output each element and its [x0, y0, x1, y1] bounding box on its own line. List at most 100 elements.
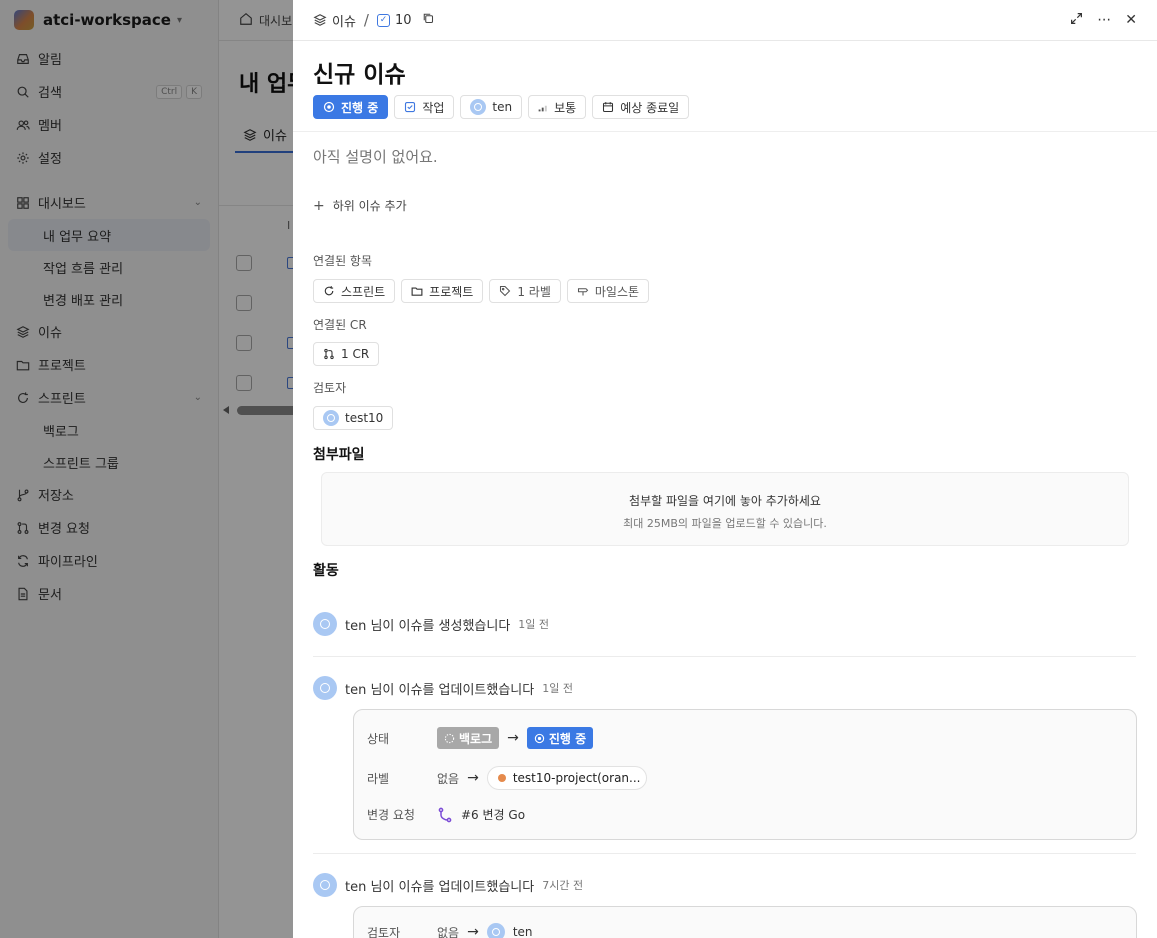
cr-link[interactable]: #6 변경 Go: [437, 806, 525, 823]
folder-icon: [411, 287, 423, 296]
activity-text: ten 님이 이슈를 업데이트했습니다: [345, 879, 535, 895]
add-sub-issue-label: 하위 이슈 추가: [332, 199, 407, 213]
due-date-chip[interactable]: 예상 종료일: [592, 95, 690, 119]
sprint-chip[interactable]: 스프린트: [313, 279, 396, 303]
label-pill: test10-project(oran...: [486, 766, 647, 790]
layers-icon: [313, 14, 327, 26]
issue-number: 10: [394, 12, 412, 28]
arrow-right-icon: →: [467, 924, 479, 938]
checkbox-task-icon: ✓: [376, 13, 390, 27]
status-to: 진행 중: [548, 731, 587, 746]
priority-label: 보통: [554, 100, 577, 115]
avatar: [470, 99, 487, 115]
status-label: 진행 중: [341, 100, 379, 115]
change-row-status: 상태 백로그 → 진행 중: [367, 727, 594, 749]
avatar: [313, 873, 337, 897]
add-sub-issue-button[interactable]: + 하위 이슈 추가: [313, 197, 407, 214]
avatar: [313, 612, 337, 636]
avatar: [323, 410, 339, 426]
activity-item: ten 님이 이슈를 생성했습니다 1일 전: [313, 612, 549, 636]
panel-header: 이슈 / ✓ 10 ⋯ ✕: [293, 0, 1157, 41]
app: atci-workspace ▾ 알림 검색 Ctrl K 멤버 설정 대시보드…: [0, 0, 1157, 938]
activity-title: 활동: [313, 563, 339, 579]
expand-icon[interactable]: [1070, 12, 1083, 29]
sprint-label: 스프린트: [341, 284, 386, 299]
reviewer-label: 검토자: [313, 381, 347, 395]
change-row-label: 라벨 없음 → test10-project(oran...: [367, 766, 647, 790]
activity-item: ten 님이 이슈를 업데이트했습니다 1일 전: [313, 676, 573, 700]
change-key: 라벨: [367, 771, 390, 786]
project-label: 프로젝트: [429, 284, 474, 299]
issue-title[interactable]: 신규 이슈: [313, 55, 406, 89]
activity-time: 7시간 전: [542, 879, 584, 892]
activity-item: ten 님이 이슈를 업데이트했습니다 7시간 전: [313, 873, 583, 897]
sprint-icon: [324, 286, 334, 296]
linked-cr: 1 CR: [313, 342, 380, 366]
tag-icon: [500, 285, 511, 297]
breadcrumb-issues[interactable]: 이슈: [332, 11, 356, 30]
copy-icon[interactable]: [422, 12, 439, 28]
pull-request-icon: [324, 348, 334, 360]
reviewer-chip[interactable]: test10: [313, 406, 394, 430]
in-progress-icon: [534, 733, 545, 743]
arrow-right-icon: →: [467, 770, 479, 786]
pull-request-icon: [438, 807, 452, 822]
activity-change-details: 검토자 없음 → ten: [353, 906, 1137, 938]
type-chip[interactable]: 작업: [394, 95, 455, 119]
assignee-chip[interactable]: ten: [460, 95, 523, 119]
activity-text: ten 님이 이슈를 생성했습니다: [345, 618, 511, 634]
assignee-label: ten: [492, 100, 513, 114]
dropzone-hint: 최대 25MB의 파일을 업로드할 수 있습니다.: [623, 517, 827, 530]
label-to: test10-project(oran...: [512, 771, 641, 785]
status-badge-in-progress: 진행 중: [526, 727, 594, 749]
avatar: [313, 676, 337, 700]
change-key: 검토자: [367, 925, 401, 938]
linked-cr-label: 연결된 CR: [313, 318, 367, 332]
type-label: 작업: [422, 100, 445, 115]
close-icon[interactable]: ✕: [1125, 12, 1137, 28]
panel-breadcrumb: 이슈 / ✓ 10: [313, 11, 439, 30]
change-key: 변경 요청: [367, 808, 415, 822]
divider: [293, 131, 1157, 132]
divider: [313, 853, 1136, 854]
description-placeholder[interactable]: 아직 설명이 없어요.: [313, 146, 438, 167]
priority-chip[interactable]: 보통: [528, 95, 587, 119]
in-progress-icon: [323, 101, 335, 113]
change-key: 상태: [367, 731, 390, 746]
dropzone-text: 첨부할 파일을 여기에 놓아 추가하세요: [629, 494, 821, 508]
plus-icon: +: [313, 197, 325, 214]
cr-count: 1 CR: [341, 347, 370, 361]
avatar: [486, 923, 505, 938]
change-row-cr: 변경 요청 #6 변경 Go: [367, 806, 525, 823]
issue-detail-panel: 이슈 / ✓ 10 ⋯ ✕ 신규 이슈 진행 중 작업 ten 보통 예상 종료…: [293, 0, 1157, 938]
change-row-reviewer: 검토자 없음 → ten: [367, 923, 533, 938]
milestone-label: 마일스톤: [594, 284, 640, 299]
file-dropzone[interactable]: 첨부할 파일을 여기에 놓아 추가하세요 최대 25MB의 파일을 업로드할 수…: [321, 472, 1129, 546]
activity-time: 1일 전: [518, 618, 550, 631]
label-from: 없음: [437, 771, 460, 786]
priority-bars-icon: [538, 105, 547, 112]
status-chip[interactable]: 진행 중: [313, 95, 389, 119]
linked-items-label: 연결된 항목: [313, 254, 373, 268]
label-chip[interactable]: 1 라벨: [489, 279, 561, 303]
due-date-label: 예상 종료일: [620, 100, 680, 115]
modal-backdrop[interactable]: [0, 0, 293, 938]
milestone-icon: [577, 288, 589, 296]
project-chip[interactable]: 프로젝트: [401, 279, 484, 303]
reviewer-from: 없음: [437, 925, 460, 938]
reviewers: test10: [313, 406, 394, 430]
label-color-dot: [497, 774, 506, 782]
cr-value: #6 변경 Go: [461, 808, 526, 822]
backlog-icon: [444, 733, 455, 743]
status-from: 백로그: [459, 731, 493, 746]
more-icon[interactable]: ⋯: [1097, 12, 1111, 28]
arrow-right-icon: →: [507, 730, 519, 746]
activity-text: ten 님이 이슈를 업데이트했습니다: [345, 682, 535, 698]
reviewer-name: test10: [345, 411, 384, 425]
attachments-title: 첨부파일: [313, 447, 365, 463]
calendar-icon: [603, 102, 614, 113]
issue-property-chips: 진행 중 작업 ten 보통 예상 종료일: [313, 95, 690, 119]
cr-chip[interactable]: 1 CR: [313, 342, 380, 366]
divider: [313, 656, 1136, 657]
milestone-chip[interactable]: 마일스톤: [566, 279, 650, 303]
